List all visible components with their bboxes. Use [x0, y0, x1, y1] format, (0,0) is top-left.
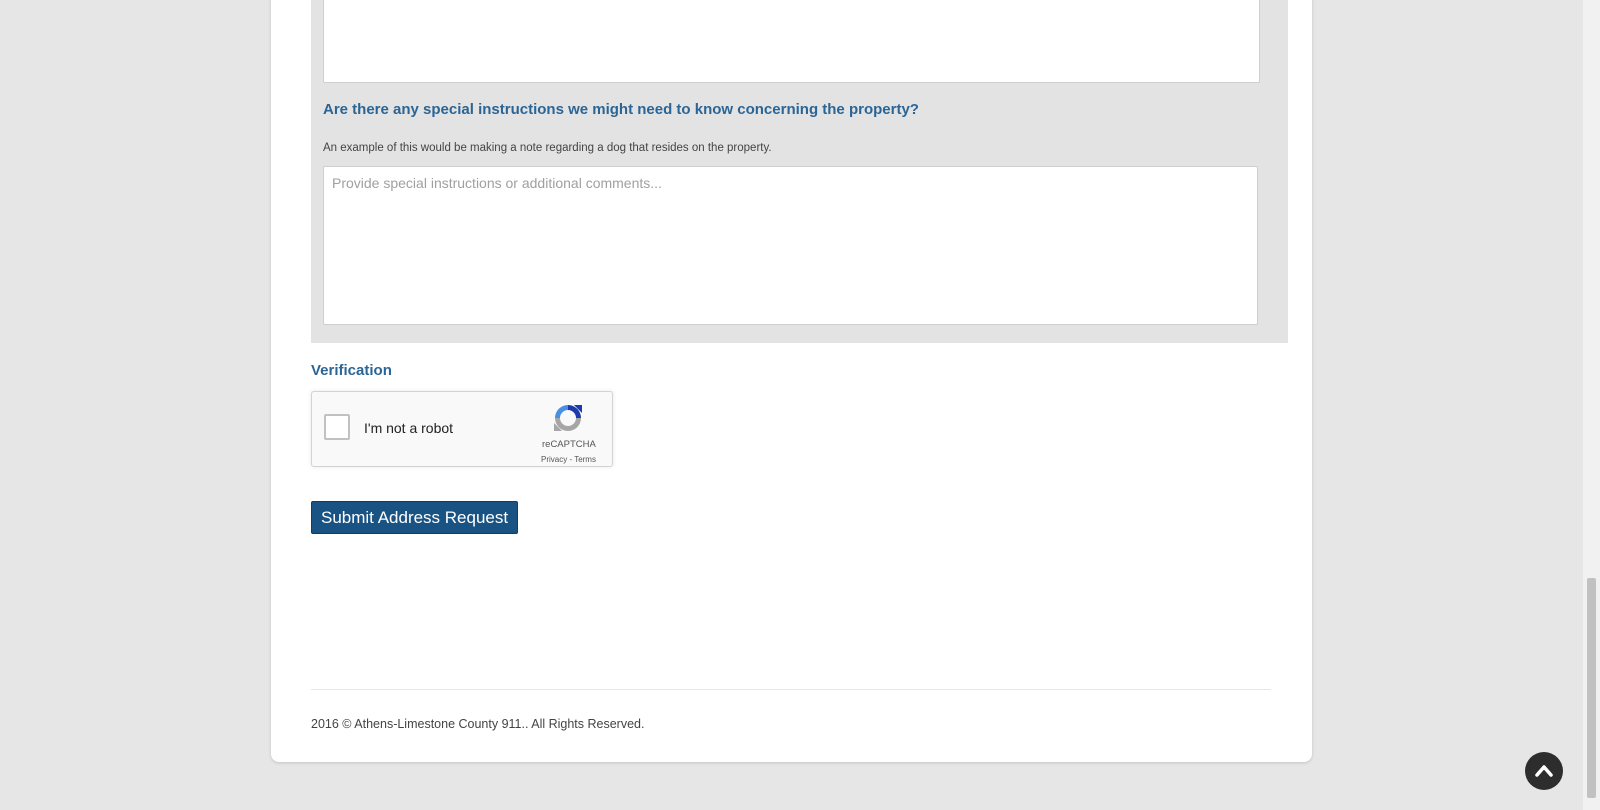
page-scrollbar[interactable] [1583, 0, 1600, 810]
recaptcha-checkbox[interactable] [324, 414, 350, 440]
special-instructions-help: An example of this would be making a not… [323, 142, 772, 154]
scrollbar-thumb[interactable] [1587, 578, 1596, 798]
footer-divider [311, 689, 1271, 690]
chevron-up-icon [1535, 765, 1553, 777]
special-instructions-textarea[interactable]: Provide special instructions or addition… [323, 166, 1258, 325]
form-panel: Are there any special instructions we mi… [311, 0, 1288, 343]
recaptcha-widget: I'm not a robot reCAPTCHA Privacy - Term… [311, 391, 613, 467]
submit-address-request-button[interactable]: Submit Address Request [311, 501, 519, 534]
recaptcha-label: I'm not a robot [364, 420, 454, 436]
recaptcha-privacy-terms-links[interactable]: Privacy - Terms [541, 455, 596, 464]
special-instructions-question: Are there any special instructions we mi… [323, 101, 919, 118]
verification-label: Verification [311, 362, 392, 379]
scroll-to-top-button[interactable] [1525, 752, 1563, 790]
recaptcha-logo-icon [554, 405, 582, 431]
page-card: Are there any special instructions we mi… [271, 0, 1312, 762]
previous-textarea[interactable] [323, 0, 1260, 83]
textarea-placeholder: Provide special instructions or addition… [332, 175, 662, 191]
recaptcha-brand: reCAPTCHA [542, 439, 596, 450]
copyright-text: 2016 © Athens-Limestone County 911.. All… [311, 717, 645, 731]
